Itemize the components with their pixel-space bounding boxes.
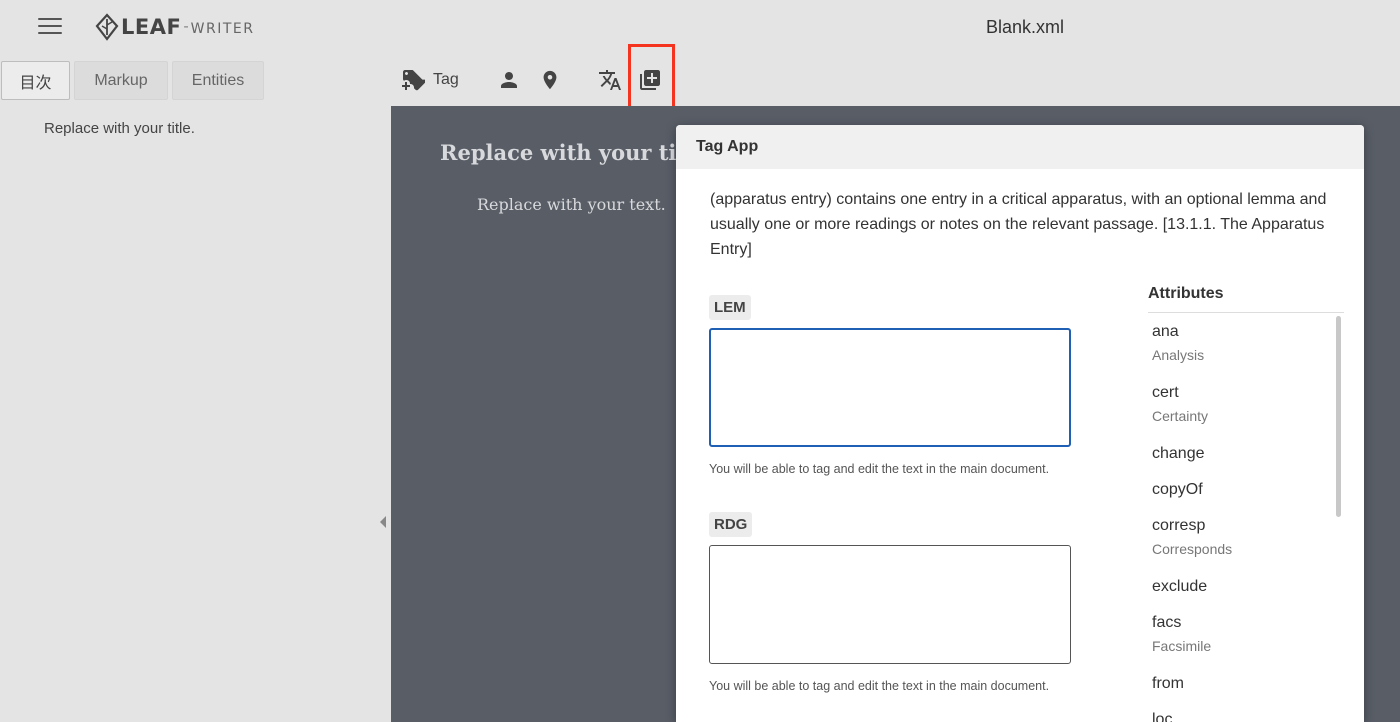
rdg-help-text: You will be able to tag and edit the tex…: [709, 679, 1050, 693]
tag-button[interactable]: Tag: [401, 66, 459, 94]
rdg-label: RDG: [709, 512, 753, 537]
attribute-item-cert[interactable]: cert Certainty: [1152, 384, 1208, 424]
logo-leaf-text: LEAF: [121, 15, 182, 39]
lem-help-text: You will be able to tag and edit the tex…: [709, 462, 1050, 476]
attribute-item-copyof[interactable]: copyOf: [1152, 481, 1203, 499]
add-note-button[interactable]: [638, 66, 662, 94]
place-icon: [543, 70, 557, 90]
attribute-desc: Analysis: [1152, 347, 1205, 363]
menu-icon[interactable]: [38, 18, 62, 36]
toc-item[interactable]: Replace with your title.: [44, 120, 195, 137]
collapse-panel-icon[interactable]: [380, 516, 386, 528]
attributes-list[interactable]: ana Analysis cert Certainty change copyO…: [1148, 313, 1344, 722]
note-add-icon: [640, 70, 660, 90]
attribute-name: copyOf: [1152, 481, 1203, 498]
person-button[interactable]: [497, 66, 521, 94]
logo-separator: -: [183, 18, 189, 35]
attribute-desc: Facsimile: [1152, 638, 1212, 654]
attribute-item-facs[interactable]: facs Facsimile: [1152, 614, 1211, 654]
attributes-title: Attributes: [1148, 285, 1224, 302]
attribute-item-change[interactable]: change: [1152, 445, 1205, 463]
rdg-input[interactable]: [709, 545, 1071, 664]
tag-dialog: Tag App (apparatus entry) contains one e…: [676, 125, 1364, 722]
attribute-name: cert: [1152, 384, 1179, 401]
attribute-item-exclude[interactable]: exclude: [1152, 578, 1207, 596]
tab-entities[interactable]: Entities: [172, 61, 264, 100]
attribute-name: from: [1152, 675, 1184, 692]
sidebar-tabs: 目次 Markup Entities: [1, 61, 264, 100]
translate-button[interactable]: [598, 66, 622, 94]
editor-toolbar: Tag: [391, 56, 1400, 106]
attribute-name: exclude: [1152, 578, 1208, 595]
attribute-desc: Certainty: [1152, 408, 1209, 424]
tab-markup[interactable]: Markup: [74, 61, 168, 100]
tab-toc[interactable]: 目次: [1, 61, 70, 100]
app-header: LEAF - WRITER Blank.xml: [0, 0, 1400, 56]
dialog-title: Tag App: [676, 125, 1364, 169]
attribute-item-loc[interactable]: loc: [1152, 711, 1172, 722]
document-title: Blank.xml: [986, 17, 1065, 37]
attribute-name: change: [1152, 445, 1205, 462]
attribute-name: loc: [1152, 711, 1173, 722]
logo-writer-text: WRITER: [190, 20, 255, 37]
attribute-name: facs: [1152, 614, 1182, 631]
attribute-name: corresp: [1152, 517, 1206, 534]
tag-add-icon: [402, 70, 425, 91]
tag-button-label: Tag: [433, 71, 459, 88]
translate-icon: [599, 70, 621, 90]
left-sidebar: 目次 Markup Entities Replace with your tit…: [0, 56, 390, 722]
lem-input[interactable]: [709, 328, 1071, 447]
attributes-scrollbar[interactable]: [1336, 316, 1341, 517]
dialog-description: (apparatus entry) contains one entry in …: [710, 191, 1327, 258]
leaf-logo-icon: [95, 13, 119, 41]
lem-label: LEM: [709, 295, 751, 320]
attribute-item-ana[interactable]: ana Analysis: [1152, 323, 1204, 363]
attribute-item-from[interactable]: from: [1152, 675, 1184, 693]
attribute-item-corresp[interactable]: corresp Corresponds: [1152, 517, 1232, 557]
editor-title[interactable]: Replace with your title.: [440, 140, 715, 165]
attribute-desc: Corresponds: [1152, 541, 1233, 557]
attribute-name: ana: [1152, 323, 1179, 340]
place-button[interactable]: [539, 66, 561, 94]
person-icon: [501, 72, 517, 88]
app-logo: LEAF - WRITER: [94, 12, 254, 42]
editor-body-text[interactable]: Replace with your text.: [477, 195, 666, 214]
